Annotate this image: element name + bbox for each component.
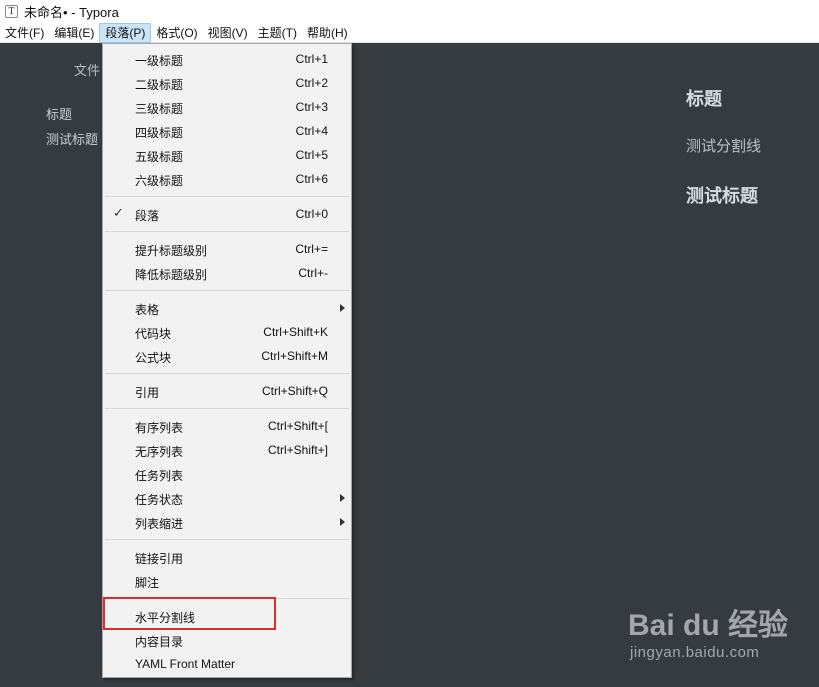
- submenu-arrow-icon: [340, 304, 345, 312]
- paragraph-menu: 一级标题 Ctrl+1 二级标题 Ctrl+2 三级标题 Ctrl+3 四级标题…: [102, 43, 352, 678]
- menu-item-heading-6[interactable]: 六级标题 Ctrl+6: [103, 167, 351, 191]
- menu-item-shortcut: Ctrl+2: [295, 76, 328, 90]
- menu-item-label: 四级标题: [135, 126, 184, 140]
- menu-separator: [105, 408, 349, 409]
- doc-heading[interactable]: 标题: [686, 85, 722, 111]
- menu-item-shortcut: Ctrl+1: [295, 52, 328, 66]
- menu-item-shortcut: Ctrl+Shift+[: [267, 419, 328, 433]
- menu-bar: 文件(F) 编辑(E) 段落(P) 格式(O) 视图(V) 主题(T) 帮助(H…: [0, 22, 819, 43]
- submenu-arrow-icon: [340, 494, 345, 502]
- menu-item-table[interactable]: 表格: [103, 296, 351, 320]
- menu-item-label: 列表缩进: [135, 517, 184, 531]
- menu-item-heading-1[interactable]: 一级标题 Ctrl+1: [103, 47, 351, 71]
- menu-item-quote[interactable]: 引用 Ctrl+Shift+Q: [103, 379, 351, 403]
- menu-item-promote-heading[interactable]: 提升标题级别 Ctrl+=: [103, 237, 351, 261]
- menu-item-footnote[interactable]: 脚注: [103, 569, 351, 593]
- menu-item-task-list[interactable]: 任务列表: [103, 462, 351, 486]
- menu-theme[interactable]: 主题(T): [253, 23, 302, 43]
- menu-item-shortcut: Ctrl+3: [295, 100, 328, 114]
- watermark-url: jingyan.baidu.com: [630, 644, 760, 661]
- menu-item-heading-4[interactable]: 四级标题 Ctrl+4: [103, 119, 351, 143]
- menu-item-label: 提升标题级别: [135, 244, 208, 258]
- menu-item-shortcut: Ctrl+5: [295, 148, 328, 162]
- menu-item-code-block[interactable]: 代码块 Ctrl+Shift+K: [103, 320, 351, 344]
- menu-item-demote-heading[interactable]: 降低标题级别 Ctrl+-: [103, 261, 351, 285]
- menu-item-shortcut: Ctrl+Shift+M: [261, 349, 328, 363]
- sidebar-tab-files[interactable]: 文件: [74, 60, 100, 79]
- check-icon: ✓: [113, 205, 124, 220]
- menu-item-label: 引用: [135, 386, 160, 400]
- menu-item-label: 一级标题: [135, 54, 184, 68]
- menu-item-math-block[interactable]: 公式块 Ctrl+Shift+M: [103, 344, 351, 368]
- menu-item-task-status[interactable]: 任务状态: [103, 486, 351, 510]
- doc-paragraph[interactable]: 测试分割线: [686, 135, 761, 156]
- menu-item-label: 链接引用: [135, 552, 184, 566]
- menu-item-label: 表格: [135, 303, 160, 317]
- menu-item-shortcut: Ctrl+Shift+K: [263, 325, 328, 339]
- menu-item-label: 内容目录: [135, 635, 184, 649]
- menu-separator: [105, 373, 349, 374]
- menu-paragraph[interactable]: 段落(P): [99, 22, 152, 43]
- outline-item[interactable]: 标题: [46, 104, 72, 123]
- menu-item-shortcut: Ctrl+-: [298, 266, 328, 280]
- menu-item-shortcut: Ctrl+6: [295, 172, 328, 186]
- menu-separator: [105, 539, 349, 540]
- menu-item-heading-2[interactable]: 二级标题 Ctrl+2: [103, 71, 351, 95]
- submenu-arrow-icon: [340, 518, 345, 526]
- menu-item-shortcut: Ctrl+=: [295, 242, 328, 256]
- doc-heading[interactable]: 测试标题: [686, 182, 758, 208]
- menu-item-label: 任务状态: [135, 493, 184, 507]
- menu-item-link-reference[interactable]: 链接引用: [103, 545, 351, 569]
- menu-format[interactable]: 格式(O): [151, 23, 202, 43]
- menu-item-table-of-contents[interactable]: 内容目录: [103, 628, 351, 652]
- menu-edit[interactable]: 编辑(E): [49, 23, 99, 43]
- menu-item-label: 六级标题: [135, 174, 184, 188]
- menu-item-label: 五级标题: [135, 150, 184, 164]
- menu-item-label: 降低标题级别: [135, 268, 208, 282]
- menu-item-heading-3[interactable]: 三级标题 Ctrl+3: [103, 95, 351, 119]
- menu-item-label: 任务列表: [135, 469, 184, 483]
- menu-item-shortcut: Ctrl+0: [295, 207, 328, 221]
- menu-item-yaml-front-matter[interactable]: YAML Front Matter: [103, 652, 351, 676]
- menu-help[interactable]: 帮助(H): [302, 23, 353, 43]
- outline-item[interactable]: 测试标题: [46, 129, 98, 148]
- menu-item-label: 公式块: [135, 351, 172, 365]
- title-bar: T 未命名• - Typora: [0, 0, 819, 23]
- menu-item-label: 二级标题: [135, 78, 184, 92]
- menu-item-label: 脚注: [135, 576, 160, 590]
- baidu-jingyan-watermark: Bai du 经验 jingyan.baidu.com: [628, 600, 788, 661]
- menu-item-label: 无序列表: [135, 445, 184, 459]
- menu-item-shortcut: Ctrl+Shift+]: [267, 443, 328, 457]
- menu-separator: [105, 231, 349, 232]
- menu-item-paragraph[interactable]: ✓ 段落 Ctrl+0: [103, 202, 351, 226]
- typora-app-icon: T: [5, 5, 18, 18]
- highlight-annotation-box: [103, 597, 276, 630]
- menu-item-label: 代码块: [135, 327, 172, 341]
- menu-item-ordered-list[interactable]: 有序列表 Ctrl+Shift+[: [103, 414, 351, 438]
- menu-view[interactable]: 视图(V): [203, 23, 253, 43]
- baidu-logo: Bai du 经验: [628, 609, 789, 642]
- menu-item-label: 有序列表: [135, 421, 184, 435]
- menu-file[interactable]: 文件(F): [0, 23, 49, 43]
- menu-separator: [105, 196, 349, 197]
- menu-item-shortcut: Ctrl+4: [295, 124, 328, 138]
- menu-item-label: 段落: [135, 209, 160, 223]
- menu-item-list-indent[interactable]: 列表缩进: [103, 510, 351, 534]
- menu-item-shortcut: Ctrl+Shift+Q: [261, 384, 328, 398]
- menu-item-heading-5[interactable]: 五级标题 Ctrl+5: [103, 143, 351, 167]
- menu-item-unordered-list[interactable]: 无序列表 Ctrl+Shift+]: [103, 438, 351, 462]
- menu-item-label: 三级标题: [135, 102, 184, 116]
- menu-item-label: YAML Front Matter: [135, 657, 236, 671]
- menu-separator: [105, 290, 349, 291]
- window-title: 未命名• - Typora: [24, 5, 119, 20]
